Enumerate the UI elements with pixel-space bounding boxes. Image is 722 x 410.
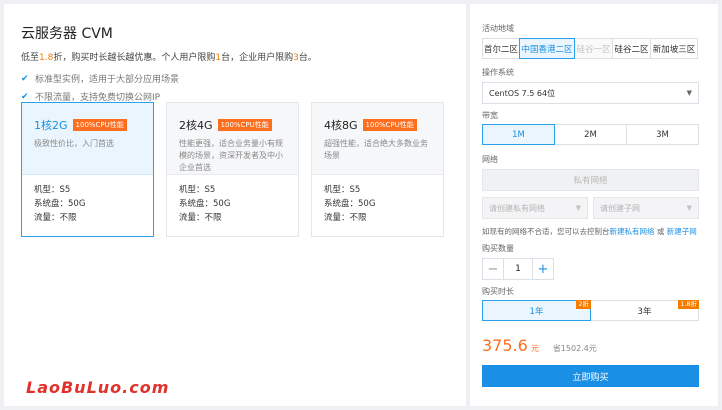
feature-text: 标准型实例，适用于大部分应用场景 bbox=[35, 75, 180, 85]
bandwidth-option-2m[interactable]: 2M bbox=[554, 124, 627, 145]
region-label: 活动地域 bbox=[482, 24, 514, 33]
spec-model: 机型：S5 bbox=[34, 185, 71, 195]
duration-option-3y[interactable]: 3年 1.8折 bbox=[590, 300, 699, 321]
instance-card-1c2g[interactable]: 1核2G 100%CPU性能 极致性价比，入门首选 机型：S5 系统盘：50G … bbox=[21, 102, 154, 237]
quantity-value[interactable]: 1 bbox=[504, 258, 532, 280]
card-specs: 机型：S5 系统盘：50G 流量：不限 bbox=[312, 175, 443, 225]
card-header: 1核2G 100%CPU性能 极致性价比，入门首选 bbox=[22, 103, 153, 175]
region-option-siliconvalley-2[interactable]: 硅谷二区 bbox=[612, 38, 651, 59]
card-header: 2核4G 100%CPU性能 性能更强，适合业务量小有规模的场景，资深开发者及中… bbox=[167, 103, 298, 175]
spec-disk: 系统盘：50G bbox=[179, 199, 231, 209]
subnet-select[interactable]: 请创建子网 ▼ bbox=[593, 197, 699, 219]
promo-text: 低至1.8折，购买时长越长越优惠。个人用户限购1台，企业用户限购3台。 bbox=[21, 50, 317, 63]
promo-part: 台，企业用户限购 bbox=[221, 53, 294, 63]
increment-button[interactable]: + bbox=[532, 258, 554, 280]
card-name: 1核2G bbox=[34, 119, 68, 132]
card-name: 4核8G bbox=[324, 119, 358, 132]
os-label: 操作系统 bbox=[482, 68, 514, 77]
card-header: 4核8G 100%CPU性能 超强性能，适合绝大多数业务场景 bbox=[312, 103, 443, 175]
region-option-hongkong-2[interactable]: 中国香港二区 bbox=[519, 38, 575, 59]
caret-down-icon: ▼ bbox=[686, 204, 692, 212]
network-label: 网络 bbox=[482, 155, 498, 164]
spec-traffic: 流量：不限 bbox=[34, 213, 77, 223]
check-icon: ✔ bbox=[21, 73, 29, 84]
watermark-logo: LaoBuLuo.com bbox=[26, 378, 170, 397]
page-title: 云服务器 CVM bbox=[21, 26, 113, 42]
region-option-seoul-2[interactable]: 首尔二区 bbox=[482, 38, 520, 59]
config-panel: 活动地域 首尔二区 中国香港二区 硅谷一区 硅谷二区 新加坡三区 操作系统 Ce… bbox=[470, 4, 718, 406]
card-specs: 机型：S5 系统盘：50G 流量：不限 bbox=[22, 175, 153, 225]
create-subnet-link[interactable]: 新建子网 bbox=[667, 227, 697, 236]
spec-traffic: 流量：不限 bbox=[179, 213, 222, 223]
card-description: 超强性能，适合绝大多数业务场景 bbox=[324, 139, 428, 160]
region-selector: 首尔二区 中国香港二区 硅谷一区 硅谷二区 新加坡三区 bbox=[482, 38, 698, 59]
promo-part: 折，购买时长越长越优惠。个人用户限购 bbox=[53, 53, 216, 63]
discount-tag: 2折 bbox=[576, 300, 591, 309]
vpc-select-placeholder: 请创建私有网络 bbox=[489, 203, 545, 213]
promo-part: 低至 bbox=[21, 53, 40, 63]
card-description: 极致性价比，入门首选 bbox=[34, 139, 114, 148]
bandwidth-option-1m[interactable]: 1M bbox=[482, 124, 555, 145]
spec-model: 机型：S5 bbox=[324, 185, 361, 195]
quantity-label: 购买数量 bbox=[482, 244, 514, 253]
spec-disk: 系统盘：50G bbox=[34, 199, 86, 209]
duration-selector: 1年 2折 3年 1.8折 bbox=[482, 300, 699, 321]
promo-part: 台。 bbox=[298, 53, 317, 63]
duration-label-text: 1年 bbox=[529, 306, 544, 317]
saving-text: 省1502.4元 bbox=[552, 344, 597, 353]
region-option-siliconvalley-1[interactable]: 硅谷一区 bbox=[574, 38, 613, 59]
check-icon: ✔ bbox=[21, 91, 29, 102]
cpu-badge: 100%CPU性能 bbox=[217, 119, 272, 131]
instance-card-4c8g[interactable]: 4核8G 100%CPU性能 超强性能，适合绝大多数业务场景 机型：S5 系统盘… bbox=[311, 102, 444, 237]
cpu-badge: 100%CPU性能 bbox=[362, 119, 417, 131]
spec-disk: 系统盘：50G bbox=[324, 199, 376, 209]
instance-card-2c4g[interactable]: 2核4G 100%CPU性能 性能更强，适合业务量小有规模的场景，资深开发者及中… bbox=[166, 102, 299, 237]
duration-label: 购买时长 bbox=[482, 287, 514, 296]
buy-now-button[interactable]: 立即购买 bbox=[482, 365, 699, 387]
help-or: 或 bbox=[656, 227, 665, 236]
os-select-value: CentOS 7.5 64位 bbox=[489, 88, 556, 98]
caret-down-icon: ▼ bbox=[575, 204, 581, 212]
cpu-badge: 100%CPU性能 bbox=[72, 119, 127, 131]
card-specs: 机型：S5 系统盘：50G 流量：不限 bbox=[167, 175, 298, 225]
create-vpc-link[interactable]: 新建私有网络 bbox=[610, 227, 655, 236]
discount-tag: 1.8折 bbox=[678, 300, 699, 309]
product-panel: 云服务器 CVM 低至1.8折，购买时长越长越优惠。个人用户限购1台，企业用户限… bbox=[4, 4, 466, 406]
duration-label-text: 3年 bbox=[637, 306, 652, 317]
price-unit: 元 bbox=[530, 344, 539, 353]
feature-item: ✔ 标准型实例，适用于大部分应用场景 bbox=[21, 72, 180, 86]
bandwidth-option-3m[interactable]: 3M bbox=[626, 124, 699, 145]
subnet-select-placeholder: 请创建子网 bbox=[600, 203, 640, 213]
bandwidth-selector: 1M 2M 3M bbox=[482, 124, 699, 145]
spec-model: 机型：S5 bbox=[179, 185, 216, 195]
vpc-select[interactable]: 请创建私有网络 ▼ bbox=[482, 197, 588, 219]
promo-discount: 1.8 bbox=[39, 53, 54, 63]
quantity-stepper: − 1 + bbox=[482, 258, 554, 280]
os-select[interactable]: CentOS 7.5 64位 ▼ bbox=[482, 82, 699, 104]
card-name: 2核4G bbox=[179, 119, 213, 132]
caret-down-icon: ▼ bbox=[686, 89, 692, 97]
spec-traffic: 流量：不限 bbox=[324, 213, 367, 223]
private-network-button[interactable]: 私有网络 bbox=[482, 169, 699, 191]
card-description: 性能更强，适合业务量小有规模的场景，资深开发者及中小企业首选 bbox=[179, 139, 283, 172]
network-help-text: 如现有的网络不合适，您可以去控制台新建私有网络 或 新建子网 bbox=[482, 226, 697, 237]
price-summary: 375.6 元 省1502.4元 bbox=[482, 336, 597, 355]
help-text: 如现有的网络不合适，您可以去控制台 bbox=[482, 227, 610, 236]
region-option-singapore-3[interactable]: 新加坡三区 bbox=[650, 38, 698, 59]
price-amount: 375.6 bbox=[482, 336, 528, 355]
bandwidth-label: 带宽 bbox=[482, 111, 498, 120]
duration-option-1y[interactable]: 1年 2折 bbox=[482, 300, 591, 321]
decrement-button[interactable]: − bbox=[482, 258, 504, 280]
